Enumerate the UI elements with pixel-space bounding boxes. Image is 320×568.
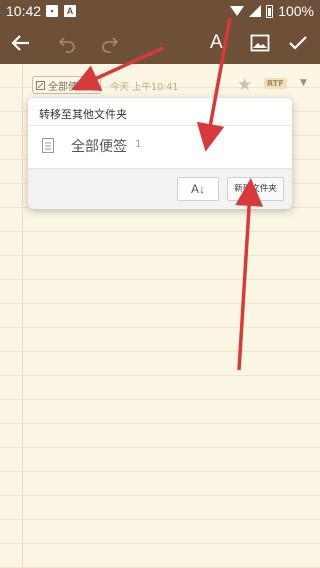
editor-toolbar: A (0, 22, 320, 64)
format-dropdown-icon[interactable]: ▼ (300, 78, 307, 88)
sort-button[interactable]: A↓ (177, 177, 219, 201)
signal-icon (249, 5, 262, 17)
folder-selector-button[interactable]: 全部便签 ▼ (32, 76, 102, 94)
battery-icon (266, 4, 274, 18)
arrow-left-icon[interactable] (9, 31, 33, 55)
gallery-icon: ▪ (46, 5, 58, 17)
image-icon[interactable] (248, 31, 272, 55)
edit-icon (36, 80, 45, 90)
battery-percent: 100% (278, 3, 314, 19)
popup-footer: A↓ 新建文件夹 (28, 168, 292, 209)
redo-icon[interactable] (98, 31, 122, 55)
folder-selector-label: 全部便签 (48, 81, 88, 93)
star-icon[interactable]: ★ (237, 75, 252, 95)
chevron-down-icon: ▼ (91, 81, 97, 89)
undo-icon[interactable] (55, 31, 79, 55)
folder-list-item[interactable]: 全部便签 1 (28, 126, 292, 166)
document-icon (42, 138, 54, 153)
note-date: 今天 上午10:41 (110, 82, 179, 93)
wifi-icon (230, 6, 245, 16)
text-format-button[interactable]: A (210, 32, 223, 54)
new-folder-button[interactable]: 新建文件夹 (227, 177, 284, 201)
a-badge-icon: A (64, 5, 76, 17)
folder-name: 全部便签 (71, 139, 127, 155)
check-icon[interactable] (286, 31, 310, 55)
status-bar: 10:42 ▪ A 100% (0, 0, 320, 22)
move-folder-popup: 转移至其他文件夹 全部便签 1 A↓ 新建文件夹 (28, 98, 292, 209)
note-meta-row: 全部便签 ▼ 今天 上午10:41 ★ RTF ▼ (32, 75, 312, 95)
format-badge[interactable]: RTF (264, 78, 287, 89)
status-time: 10:42 (6, 3, 42, 19)
popup-title: 转移至其他文件夹 (39, 108, 127, 121)
folder-count: 1 (135, 139, 142, 150)
